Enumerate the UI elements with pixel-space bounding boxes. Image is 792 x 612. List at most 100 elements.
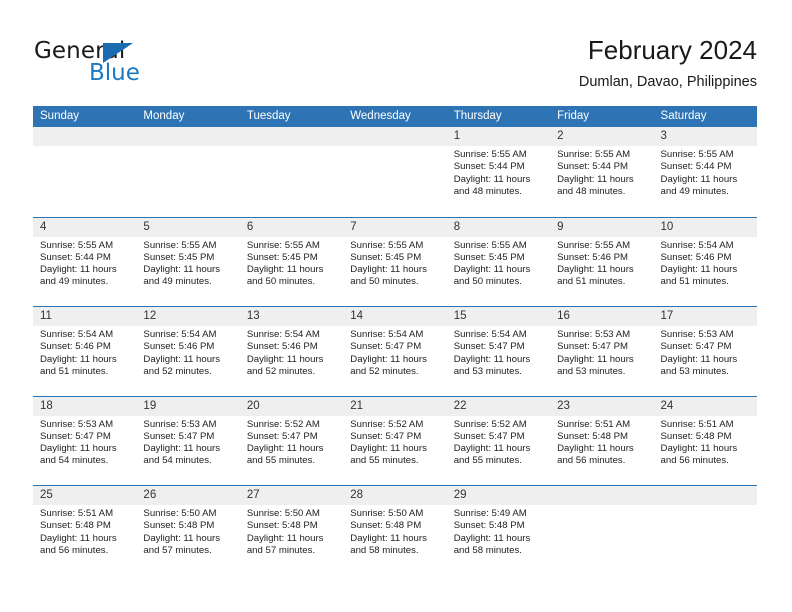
- calendar-day-cell[interactable]: 21 Sunrise: 5:52 AM Sunset: 5:47 PM Dayligh…: [343, 396, 447, 485]
- calendar-day-cell[interactable]: 6 Sunrise: 5:55 AM Sunset: 5:45 PM Daylight…: [239, 217, 344, 306]
- sunset-time: Sunset: 5:47 PM: [453, 341, 525, 353]
- daylight-duration-line1: Daylight: 11 hours: [143, 264, 221, 276]
- day-number: 22: [446, 396, 551, 416]
- daylight-duration-line2: and 58 minutes.: [350, 544, 419, 556]
- calendar-day-cell[interactable]: 13 Sunrise: 5:54 AM Sunset: 5:46 PM Dayligh…: [239, 307, 344, 396]
- sunset-time: Sunset: 5:48 PM: [40, 520, 111, 532]
- daylight-duration-line1: Daylight: 11 hours: [246, 264, 324, 276]
- calendar-day-cell-empty: [33, 127, 137, 217]
- day-details: Sunrise: 5:53 AM Sunset: 5:47 PM Daylight:…: [33, 416, 136, 468]
- sunset-time: Sunset: 5:46 PM: [557, 251, 629, 263]
- day-details: Sunrise: 5:54 AM Sunset: 5:46 PM Daylight:…: [240, 326, 343, 378]
- daylight-duration-line2: and 50 minutes.: [246, 276, 316, 288]
- sunset-time: Sunset: 5:46 PM: [660, 251, 732, 263]
- calendar-day-cell[interactable]: 7 Sunrise: 5:55 AM Sunset: 5:45 PM Daylight…: [343, 217, 447, 306]
- daylight-duration-line2: and 53 minutes.: [557, 365, 626, 377]
- sunset-time: Sunset: 5:46 PM: [246, 341, 318, 353]
- sunrise-time: Sunrise: 5:52 AM: [453, 418, 527, 430]
- calendar-day-cell[interactable]: 29 Sunrise: 5:49 AM Sunset: 5:48 PM Dayligh…: [446, 486, 551, 575]
- day-number: 25: [33, 486, 137, 505]
- calendar-day-cell[interactable]: 14 Sunrise: 5:54 AM Sunset: 5:47 PM Dayligh…: [343, 307, 447, 396]
- sunset-time: Sunset: 5:48 PM: [453, 520, 525, 532]
- calendar-day-cell-empty: [343, 127, 447, 217]
- day-number: 27: [239, 486, 344, 505]
- daylight-duration-line2: and 57 minutes.: [246, 544, 316, 556]
- day-number: [239, 127, 344, 146]
- calendar-day-cell[interactable]: 11 Sunrise: 5:54 AM Sunset: 5:46 PM Dayligh…: [33, 307, 137, 396]
- daylight-duration-line2: and 54 minutes.: [40, 455, 109, 467]
- daylight-duration-line1: Daylight: 11 hours: [143, 443, 221, 455]
- daylight-duration-line1: Daylight: 11 hours: [350, 532, 427, 544]
- calendar-day-cell[interactable]: 3 Sunrise: 5:55 AM Sunset: 5:44 PM Daylight…: [653, 127, 757, 217]
- day-details: Sunrise: 5:49 AM Sunset: 5:48 PM Daylight:…: [447, 505, 550, 557]
- calendar-day-cell[interactable]: 15 Sunrise: 5:54 AM Sunset: 5:47 PM Dayligh…: [446, 307, 551, 396]
- daylight-duration-line2: and 56 minutes.: [40, 544, 109, 556]
- calendar-day-cell[interactable]: 26 Sunrise: 5:50 AM Sunset: 5:48 PM Dayligh…: [136, 486, 240, 575]
- day-number: 10: [653, 217, 757, 237]
- calendar-day-cell[interactable]: 5 Sunrise: 5:55 AM Sunset: 5:45 PM Daylight…: [136, 217, 240, 306]
- day-details: Sunrise: 5:55 AM Sunset: 5:46 PM Daylight:…: [550, 237, 653, 289]
- sunset-time: Sunset: 5:46 PM: [143, 341, 215, 353]
- calendar-day-cell[interactable]: 23 Sunrise: 5:51 AM Sunset: 5:48 PM Dayligh…: [550, 396, 654, 485]
- day-details: Sunrise: 5:50 AM Sunset: 5:48 PM Daylight:…: [136, 505, 239, 557]
- day-number: 7: [343, 217, 447, 237]
- day-number: 6: [239, 217, 344, 237]
- day-number: 28: [343, 486, 447, 505]
- daylight-duration-line1: Daylight: 11 hours: [350, 264, 427, 276]
- calendar-day-cell[interactable]: 28 Sunrise: 5:50 AM Sunset: 5:48 PM Dayligh…: [343, 486, 447, 575]
- sunset-time: Sunset: 5:44 PM: [40, 251, 111, 263]
- day-details: Sunrise: 5:52 AM Sunset: 5:47 PM Daylight:…: [240, 416, 343, 468]
- sunset-time: Sunset: 5:48 PM: [660, 430, 732, 442]
- daylight-duration-line2: and 49 minutes.: [660, 185, 729, 197]
- calendar-day-cell[interactable]: 8 Sunrise: 5:55 AM Sunset: 5:45 PM Daylight…: [446, 217, 551, 306]
- daylight-duration-line1: Daylight: 11 hours: [246, 443, 324, 455]
- calendar-day-cell-empty: [239, 127, 344, 217]
- daylight-duration-line2: and 51 minutes.: [660, 276, 729, 288]
- calendar-day-cell[interactable]: 12 Sunrise: 5:54 AM Sunset: 5:46 PM Dayligh…: [136, 307, 240, 396]
- calendar-day-cell[interactable]: 22 Sunrise: 5:52 AM Sunset: 5:47 PM Dayligh…: [446, 396, 551, 485]
- sunset-time: Sunset: 5:48 PM: [557, 430, 629, 442]
- day-number: 17: [653, 307, 757, 326]
- daylight-duration-line1: Daylight: 11 hours: [40, 353, 117, 365]
- calendar-day-cell[interactable]: 2 Sunrise: 5:55 AM Sunset: 5:44 PM Daylight…: [550, 127, 654, 217]
- calendar-day-cell[interactable]: 27 Sunrise: 5:50 AM Sunset: 5:48 PM Dayligh…: [239, 486, 344, 575]
- day-number: [33, 127, 137, 146]
- sunset-time: Sunset: 5:44 PM: [660, 161, 732, 173]
- brand-logo[interactable]: General Blue: [34, 38, 264, 90]
- calendar-day-cell[interactable]: 1 Sunrise: 5:55 AM Sunset: 5:44 PM Daylight…: [446, 127, 551, 217]
- calendar-day-cell[interactable]: 20 Sunrise: 5:52 AM Sunset: 5:47 PM Dayligh…: [239, 396, 344, 485]
- daylight-duration-line2: and 58 minutes.: [453, 544, 522, 556]
- calendar-grid: Sunday Monday Tuesday Wednesday Thursday…: [33, 106, 757, 575]
- daylight-duration-line1: Daylight: 11 hours: [350, 443, 427, 455]
- sunrise-time: Sunrise: 5:54 AM: [660, 239, 734, 251]
- day-number: 21: [343, 396, 447, 416]
- day-number: [550, 486, 654, 505]
- calendar-day-cell[interactable]: 16 Sunrise: 5:53 AM Sunset: 5:47 PM Dayligh…: [550, 307, 654, 396]
- daylight-duration-line2: and 48 minutes.: [453, 185, 522, 197]
- day-number: 20: [239, 396, 344, 416]
- day-details: Sunrise: 5:51 AM Sunset: 5:48 PM Daylight:…: [550, 416, 653, 468]
- daylight-duration-line2: and 52 minutes.: [350, 365, 419, 377]
- calendar-week-row: 18 Sunrise: 5:53 AM Sunset: 5:47 PM Dayligh…: [33, 395, 757, 485]
- day-number: 13: [239, 307, 344, 326]
- sunrise-time: Sunrise: 5:53 AM: [40, 418, 114, 430]
- calendar-day-cell[interactable]: 9 Sunrise: 5:55 AM Sunset: 5:46 PM Daylight…: [550, 217, 654, 306]
- weekday-header-row: Sunday Monday Tuesday Wednesday Thursday…: [33, 106, 757, 127]
- daylight-duration-line2: and 53 minutes.: [660, 365, 729, 377]
- sunrise-time: Sunrise: 5:55 AM: [453, 149, 527, 160]
- calendar-day-cell[interactable]: 18 Sunrise: 5:53 AM Sunset: 5:47 PM Dayligh…: [33, 396, 137, 485]
- day-number: 3: [653, 127, 757, 146]
- calendar-day-cell[interactable]: 24 Sunrise: 5:51 AM Sunset: 5:48 PM Dayligh…: [653, 396, 757, 485]
- calendar-day-cell[interactable]: 19 Sunrise: 5:53 AM Sunset: 5:47 PM Dayligh…: [136, 396, 240, 485]
- daylight-duration-line2: and 50 minutes.: [350, 276, 419, 288]
- sunset-time: Sunset: 5:47 PM: [350, 430, 422, 442]
- calendar-day-cell[interactable]: 4 Sunrise: 5:55 AM Sunset: 5:44 PM Daylight…: [33, 217, 137, 306]
- calendar-day-cell[interactable]: 10 Sunrise: 5:54 AM Sunset: 5:46 PM Dayligh…: [653, 217, 757, 306]
- calendar-day-cell-empty: [550, 486, 654, 575]
- sunrise-time: Sunrise: 5:52 AM: [246, 418, 320, 430]
- calendar-day-cell[interactable]: 25 Sunrise: 5:51 AM Sunset: 5:48 PM Dayligh…: [33, 486, 137, 575]
- calendar-day-cell[interactable]: 17 Sunrise: 5:53 AM Sunset: 5:47 PM Dayligh…: [653, 307, 757, 396]
- sunrise-time: Sunrise: 5:51 AM: [660, 418, 734, 430]
- day-details: Sunrise: 5:52 AM Sunset: 5:47 PM Daylight:…: [343, 416, 446, 468]
- day-details: Sunrise: 5:52 AM Sunset: 5:47 PM Daylight:…: [447, 416, 550, 468]
